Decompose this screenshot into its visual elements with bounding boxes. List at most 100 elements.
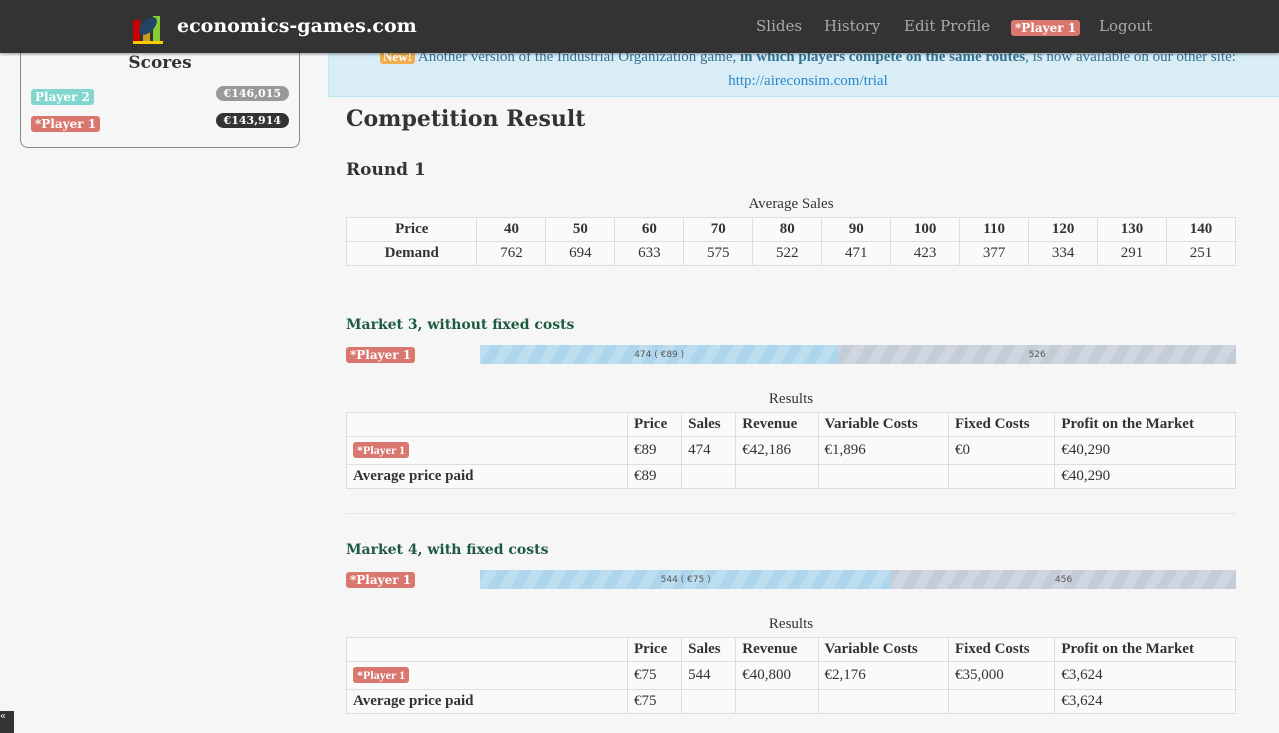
row-header: Average price paid (346, 689, 628, 714)
score-row: *Player 1 €143,914 (31, 113, 289, 132)
nav-logout[interactable]: Logout (1099, 17, 1152, 35)
price-cell: 60 (614, 217, 685, 242)
table-cell: 474 (681, 436, 737, 465)
table-cell: €40,290 (1054, 436, 1236, 465)
demand-cell: 762 (476, 241, 547, 266)
player-label: *Player 1 (353, 667, 410, 683)
table-cell: €89 (626, 464, 683, 489)
table-cell (735, 464, 819, 489)
table-cell: €3,624 (1054, 689, 1236, 714)
price-cell: 90 (821, 217, 892, 242)
price-cell: 140 (1166, 217, 1236, 242)
table-cell: €1,896 (817, 436, 949, 465)
market-share-bar: 474 ( €89 ) 526 (480, 345, 1236, 364)
table-cell (947, 689, 1056, 714)
price-cell: 110 (959, 217, 1030, 242)
demand-cell: 334 (1028, 241, 1099, 266)
remaining-segment: 526 (838, 345, 1236, 364)
scores-title: Scores (128, 53, 192, 73)
navbar: economics-games.com Slides History Edit … (0, 0, 1279, 53)
table-cell (735, 689, 819, 714)
table-cell: €0 (947, 436, 1056, 465)
nav-player[interactable]: *Player 1 (1011, 18, 1081, 36)
player-share-segment: 474 ( €89 ) (480, 345, 839, 364)
results-table: Price Sales Revenue Variable Costs Fixed Cos… (346, 412, 1236, 489)
divider (346, 513, 1236, 514)
brand-link[interactable]: economics-games.com (133, 8, 417, 44)
table-row: Average price paid €89 €40,290 (346, 464, 1236, 489)
page-title: Competition Result (346, 106, 586, 132)
demand-cell: 423 (890, 241, 961, 266)
results-caption: Results (768, 616, 814, 632)
column-header (346, 637, 628, 662)
demand-cell: 471 (821, 241, 892, 266)
table-cell (817, 464, 949, 489)
market-title: Market 3, without fixed costs (346, 317, 575, 333)
nav-history[interactable]: History (824, 17, 880, 35)
column-header: Revenue (735, 412, 819, 437)
player-label: *Player 1 (346, 572, 416, 588)
column-header: Fixed Costs (947, 412, 1056, 437)
column-header: Variable Costs (817, 637, 949, 662)
table-cell (817, 689, 949, 714)
table-cell (681, 689, 737, 714)
price-cell: 40 (476, 217, 547, 242)
demand-cell: 575 (683, 241, 754, 266)
table-cell: €75 (626, 661, 683, 690)
table-cell: €75 (626, 689, 683, 714)
table-row: *Player 1 €89 474 €42,186 €1,896 €0 €40,290 (346, 436, 1236, 465)
demand-cell: 694 (545, 241, 616, 266)
price-cell: 80 (752, 217, 823, 242)
market-share-bar: 544 ( €75 ) 456 (480, 570, 1236, 589)
aireconsim-link[interactable]: http://aireconsim.com/trial (728, 73, 888, 89)
corner-toggle[interactable]: « (0, 711, 14, 733)
player-label: *Player 1 (346, 347, 416, 363)
score-badge: €146,015 (215, 86, 289, 101)
table-row: Average price paid €75 €3,624 (346, 689, 1236, 714)
demand-cell: 377 (959, 241, 1030, 266)
demand-cell: 251 (1166, 241, 1236, 266)
table-cell (947, 464, 1056, 489)
price-cell: 70 (683, 217, 754, 242)
table-cell: €42,186 (735, 436, 819, 465)
remaining-segment: 456 (891, 570, 1236, 589)
nav-slides[interactable]: Slides (756, 17, 802, 35)
column-header (346, 412, 628, 437)
column-header: Revenue (735, 637, 819, 662)
score-badge: €143,914 (215, 113, 289, 128)
column-header: Fixed Costs (947, 637, 1056, 662)
market-title: Market 4, with fixed costs (346, 542, 549, 558)
column-header: Sales (681, 412, 737, 437)
player-label: *Player 1 (1011, 20, 1081, 36)
column-header: Sales (681, 637, 737, 662)
results-caption: Results (768, 391, 814, 407)
column-header: Price (626, 637, 683, 662)
demand-cell: 522 (752, 241, 823, 266)
avg-sales-caption: Average Sales (748, 196, 834, 212)
table-cell: €35,000 (947, 661, 1056, 690)
logo-icon (133, 8, 163, 44)
table-cell: €40,800 (735, 661, 819, 690)
column-header: Profit on the Market (1054, 637, 1236, 662)
results-table: Price Sales Revenue Variable Costs Fixed Cos… (346, 637, 1236, 714)
table-cell: €40,290 (1054, 464, 1236, 489)
round-title: Round 1 (346, 160, 426, 180)
price-cell: 100 (890, 217, 961, 242)
table-cell: €89 (626, 436, 683, 465)
demand-cell: 633 (614, 241, 685, 266)
player-label: *Player 1 (353, 442, 410, 458)
nav-edit-profile[interactable]: Edit Profile (904, 17, 990, 35)
price-cell: 120 (1028, 217, 1099, 242)
price-cell: 130 (1097, 217, 1167, 242)
table-cell: €2,176 (817, 661, 949, 690)
brand-name: economics-games.com (177, 15, 417, 37)
average-sales-table: Price 40 50 60 70 80 90 100 110 120 130 140 Demand 7… (345, 217, 1236, 266)
price-cell: 50 (545, 217, 616, 242)
player-label: Player 2 (31, 89, 94, 105)
row-header: Average price paid (346, 464, 628, 489)
table-cell: 544 (681, 661, 737, 690)
scores-panel: Scores Player 2 €146,015 *Player 1 €143,91… (20, 40, 300, 148)
player-label: *Player 1 (31, 116, 101, 132)
column-header: Price (626, 412, 683, 437)
score-row: Player 2 €146,015 (31, 86, 289, 105)
